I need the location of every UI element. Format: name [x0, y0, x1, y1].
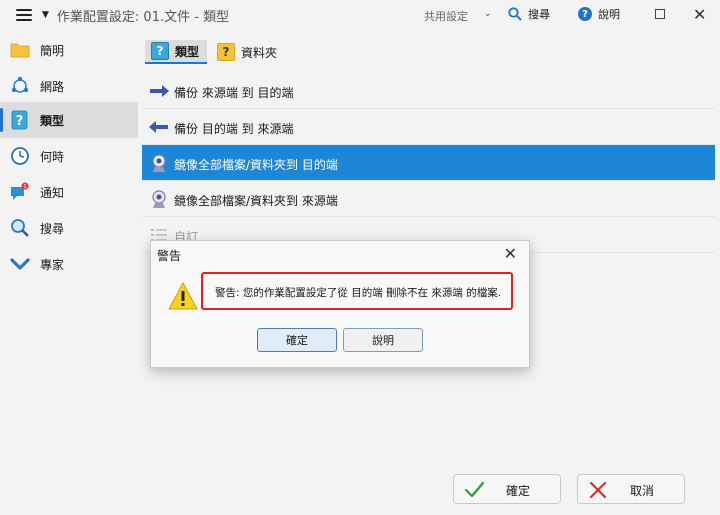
warning-icon [168, 281, 198, 310]
question-icon: ? [151, 42, 169, 60]
sidebar-item-label: 網路 [40, 80, 65, 94]
warning-dialog: 警告 ✕ 警告: 您的作業配置設定了從 目的端 刪除不在 來源端 的檔案. 確定… [150, 240, 530, 368]
dialog-close-button[interactable]: ✕ [504, 244, 517, 263]
arrow-right-icon [150, 85, 169, 97]
list-item-label: 備份 目的端 到 來源端 [174, 122, 294, 136]
sidebar-item-label: 搜尋 [40, 222, 65, 236]
tab-label: 類型 [175, 44, 200, 59]
dialog-title: 警告 [157, 249, 182, 263]
chevron-down-icon[interactable]: ⌄ [484, 9, 492, 19]
tab-bar: ? 類型 ? 資料夾 [145, 40, 285, 66]
list-item-label: 備份 來源端 到 目的端 [174, 86, 294, 100]
list-item[interactable]: 備份 目的端 到 來源端 [142, 109, 715, 145]
clock-icon [11, 147, 29, 165]
notification-icon: 1 [11, 182, 29, 200]
arrow-left-icon [149, 121, 168, 133]
maximize-button[interactable] [655, 9, 665, 19]
cancel-button[interactable]: 取消 [577, 474, 685, 504]
tab-type[interactable]: ? 類型 [145, 40, 208, 64]
cancel-label: 取消 [629, 484, 654, 498]
sidebar-item-summary[interactable]: 簡明 [0, 32, 138, 68]
network-icon [11, 76, 29, 93]
help-icon: ? [578, 7, 592, 21]
list-item[interactable]: 鏡像全部檔案/資料夾到 來源端 [142, 181, 715, 217]
sidebar-item-label: 專家 [40, 258, 65, 272]
sidebar-item-search[interactable]: 搜尋 [0, 210, 138, 246]
sidebar-item-type[interactable]: ? 類型 [0, 102, 138, 138]
mirror-icon [152, 154, 166, 172]
folder-icon [10, 43, 30, 58]
list-item[interactable]: 備份 來源端 到 目的端 [142, 73, 715, 109]
mirror-icon [152, 190, 166, 208]
chevron-down-icon[interactable]: ▼ [42, 10, 49, 20]
ok-button[interactable]: 確定 [453, 474, 561, 504]
svg-text:?: ? [16, 114, 24, 129]
ok-label: 確定 [505, 484, 530, 498]
backup-type-list: 備份 來源端 到 目的端 備份 目的端 到 來源端 鏡像全部檔案/資料夾到 目的… [142, 73, 715, 253]
window-title: 作業配置設定: 01.文件 - 類型 [56, 9, 230, 25]
list-item-label: 鏡像全部檔案/資料夾到 來源端 [174, 194, 338, 208]
sidebar-item-expert[interactable]: 專家 [0, 246, 138, 282]
svg-text:1: 1 [23, 184, 26, 190]
help-button[interactable]: ? 說明 [578, 6, 620, 22]
search-button[interactable]: 搜尋 [508, 6, 550, 22]
list-item-label: 鏡像全部檔案/資料夾到 目的端 [174, 158, 338, 172]
tab-label: 資料夾 [241, 45, 278, 60]
warning-message-box: 警告: 您的作業配置設定了從 目的端 刪除不在 來源端 的檔案. [201, 272, 513, 310]
sidebar-item-label: 何時 [40, 150, 65, 164]
search-icon [508, 7, 522, 21]
dialog-help-button[interactable]: 說明 [343, 328, 423, 352]
sidebar-item-notify[interactable]: 1 通知 [0, 174, 138, 210]
warning-message: 警告: 您的作業配置設定了從 目的端 刪除不在 來源端 的檔案. [215, 287, 502, 299]
sidebar: 簡明 網路 ? 類型 何時 1 通知 搜尋 專家 [0, 30, 138, 515]
search-label: 搜尋 [528, 8, 550, 21]
close-window-button[interactable]: ✕ [693, 5, 706, 24]
shared-settings-menu[interactable]: 共用設定 [424, 8, 468, 24]
dialog-ok-button[interactable]: 確定 [257, 328, 337, 352]
chevron-down-icon [10, 258, 30, 270]
list-item[interactable]: 鏡像全部檔案/資料夾到 目的端 [142, 145, 715, 181]
folder-question-icon: ? [217, 43, 236, 61]
sidebar-item-label: 類型 [40, 114, 65, 128]
question-icon: ? [11, 110, 28, 130]
hamburger-menu-icon[interactable] [16, 9, 32, 21]
search-icon [11, 219, 29, 237]
help-label: 說明 [598, 8, 620, 21]
sidebar-item-label: 通知 [40, 186, 65, 200]
sidebar-item-when[interactable]: 何時 [0, 138, 138, 174]
sidebar-item-network[interactable]: 網路 [0, 68, 138, 104]
sidebar-item-label: 簡明 [40, 44, 65, 58]
tab-folder[interactable]: ? 資料夾 [211, 40, 285, 64]
